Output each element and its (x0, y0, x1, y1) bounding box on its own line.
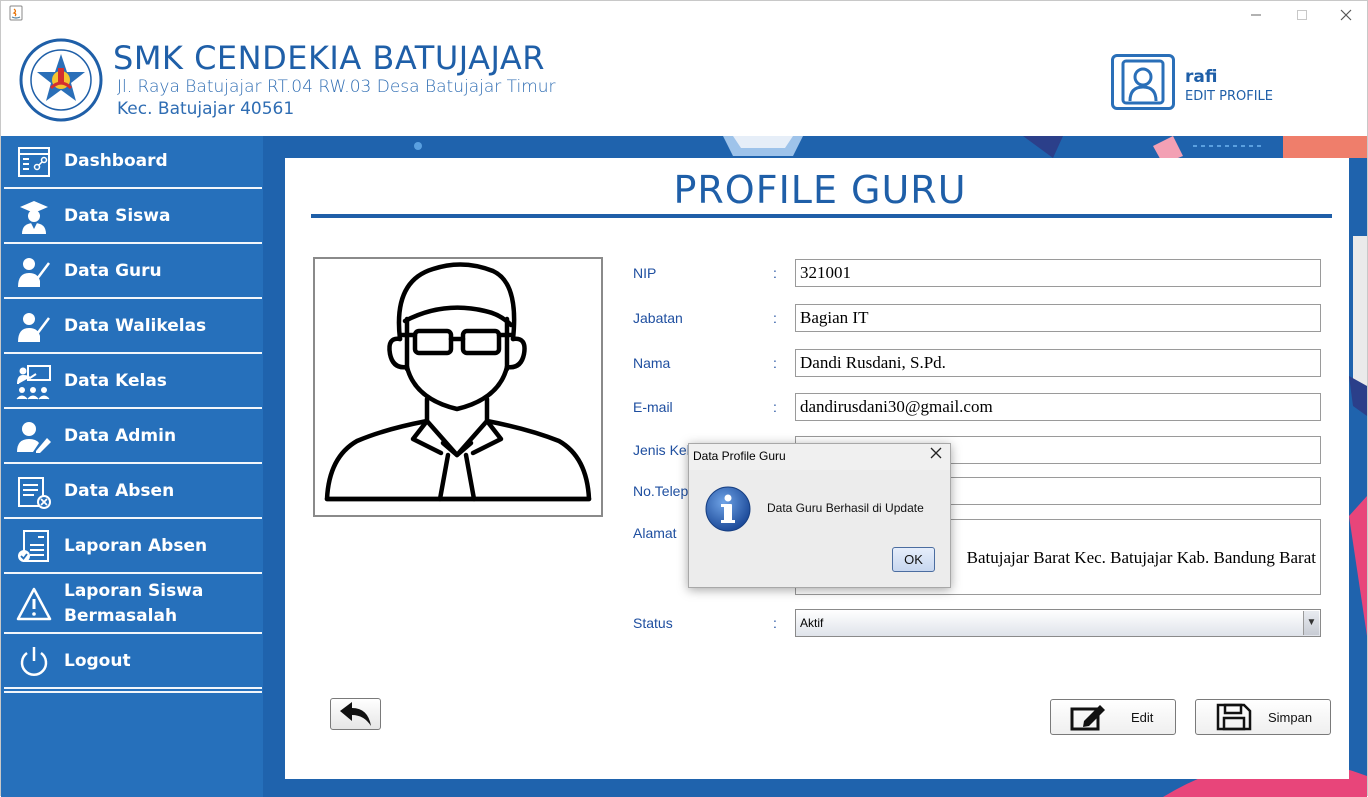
message-dialog: Data Profile Guru Data Guru Berhasil di … (688, 443, 951, 588)
sidebar-item-label: Data Walikelas (64, 316, 207, 336)
sidebar-item-label: Data Guru (64, 261, 162, 281)
no-telepon-label: No.Telep (633, 483, 689, 499)
teacher-avatar-icon (324, 262, 592, 502)
homeroom-teacher-icon (16, 309, 52, 345)
email-colon: : (773, 399, 777, 415)
close-icon (1340, 9, 1352, 21)
student-icon (16, 199, 52, 235)
sidebar-item-data-kelas[interactable]: Data Kelas (4, 356, 262, 409)
jenis-kelamin-label: Jenis Kel (633, 442, 690, 458)
nip-label: NIP (633, 265, 657, 281)
edit-icon (1069, 702, 1109, 732)
teacher-icon (16, 254, 52, 290)
warning-icon (16, 586, 52, 622)
close-window-button[interactable] (1323, 1, 1368, 29)
nama-field[interactable]: Dandi Rusdani, S.Pd. (795, 349, 1321, 377)
sidebar-divider (4, 691, 262, 693)
admin-edit-icon (16, 419, 52, 455)
sidebar-item-label: Logout (64, 651, 131, 671)
save-button[interactable]: Simpan (1195, 699, 1331, 735)
title-bar (1, 1, 1367, 31)
sidebar-item-label: Data Absen (64, 481, 175, 501)
minimize-button[interactable] (1233, 1, 1279, 29)
classroom-icon (16, 364, 52, 400)
jabatan-field[interactable]: Bagian IT (795, 304, 1321, 332)
sidebar-item-logout[interactable]: Logout (4, 636, 262, 689)
school-logo (19, 38, 103, 122)
user-profile-icon (1121, 59, 1165, 105)
dialog-body: Data Guru Berhasil di Update OK (689, 470, 950, 587)
status-label: Status (633, 615, 673, 631)
user-avatar[interactable] (1111, 54, 1175, 110)
sidebar-item-label: Data Kelas (64, 371, 167, 391)
email-label: E-mail (633, 399, 673, 415)
nama-label: Nama (633, 355, 671, 371)
sidebar-item-data-guru[interactable]: Data Guru (4, 246, 262, 299)
minimize-icon (1251, 14, 1261, 16)
save-disk-icon (1214, 702, 1254, 732)
email-field[interactable]: dandirusdani30@gmail.com (795, 393, 1321, 421)
sidebar-item-data-admin[interactable]: Data Admin (4, 411, 262, 464)
sidebar-item-label: Data Admin (64, 426, 177, 446)
info-icon (705, 486, 751, 532)
application-window: SMK CENDEKIA BATUJAJAR Jl. Raya Batujaja… (0, 0, 1368, 797)
sidebar-item-data-walikelas[interactable]: Data Walikelas (4, 301, 262, 354)
sidebar: Dashboard Data Siswa Data Guru Data Wali… (1, 136, 263, 797)
sidebar-item-data-siswa[interactable]: Data Siswa (4, 191, 262, 244)
dialog-close-button[interactable] (929, 446, 943, 464)
back-arrow-icon (339, 702, 371, 726)
school-address-line-1: Jl. Raya Batujajar RT.04 RW.03 Desa Batu… (117, 77, 556, 97)
sidebar-item-label: Laporan Siswa Bermasalah (64, 581, 204, 626)
school-address-line-2: Kec. Batujajar 40561 (117, 99, 295, 119)
maximize-icon (1297, 10, 1307, 20)
status-select[interactable]: Aktif ▼ (795, 609, 1321, 637)
dashboard-icon (16, 144, 52, 180)
jabatan-colon: : (773, 310, 777, 326)
app-header: SMK CENDEKIA BATUJAJAR Jl. Raya Batujaja… (1, 31, 1367, 136)
maximize-button[interactable] (1279, 1, 1325, 29)
page-title: PROFILE GURU (673, 168, 967, 212)
school-name: SMK CENDEKIA BATUJAJAR (113, 39, 546, 77)
status-colon: : (773, 615, 777, 631)
sidebar-item-data-absen[interactable]: Data Absen (4, 466, 262, 519)
nip-field[interactable]: 321001 (795, 259, 1321, 287)
sidebar-item-laporan-absen[interactable]: Laporan Absen (4, 521, 262, 574)
user-name: rafi (1185, 67, 1218, 87)
sidebar-item-label: Laporan Absen (64, 536, 208, 556)
save-button-label: Simpan (1268, 709, 1313, 725)
power-icon (16, 644, 52, 680)
sidebar-item-label: Data Siswa (64, 206, 171, 226)
alamat-label: Alamat (633, 525, 677, 541)
teacher-photo (313, 257, 603, 517)
dropdown-arrow-icon[interactable]: ▼ (1303, 611, 1319, 635)
edit-button[interactable]: Edit (1050, 699, 1176, 735)
back-button[interactable] (330, 698, 381, 730)
ok-button[interactable]: OK (892, 547, 935, 572)
title-divider (311, 214, 1332, 218)
close-icon (930, 447, 942, 459)
dialog-message: Data Guru Berhasil di Update (767, 501, 924, 515)
edit-button-label: Edit (1131, 709, 1154, 725)
sidebar-item-laporan-siswa-bermasalah[interactable]: Laporan Siswa Bermasalah (4, 576, 262, 634)
attendance-icon (16, 474, 52, 510)
report-icon (16, 529, 52, 565)
jabatan-label: Jabatan (633, 310, 683, 326)
nama-colon: : (773, 355, 777, 371)
sidebar-item-dashboard[interactable]: Dashboard (4, 136, 262, 189)
nip-colon: : (773, 265, 777, 281)
status-selected-value: Aktif (800, 616, 824, 630)
sidebar-item-label: Dashboard (64, 151, 168, 171)
edit-profile-link[interactable]: EDIT PROFILE (1185, 89, 1273, 104)
java-app-icon (9, 5, 23, 21)
dialog-title: Data Profile Guru (693, 449, 786, 463)
